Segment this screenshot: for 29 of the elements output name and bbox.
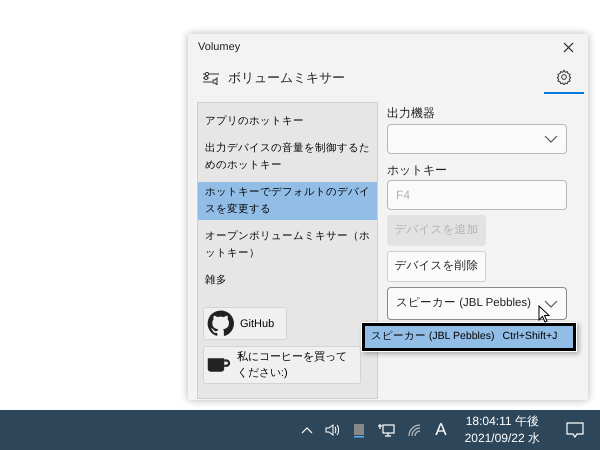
close-icon[interactable] — [563, 42, 574, 52]
speaker-icon[interactable] — [325, 423, 342, 437]
settings-icon — [556, 69, 572, 85]
chevron-down-icon — [544, 300, 558, 308]
chevron-up-icon[interactable] — [301, 426, 314, 434]
remove-device-button[interactable]: デバイスを削除 — [387, 251, 486, 282]
header-title: ボリュームミキサー — [228, 69, 345, 88]
dropdown-option[interactable]: スピーカー (JBL Pebbles) Ctrl+Shift+J — [362, 323, 576, 351]
field-label: ホットキー — [387, 162, 448, 178]
chevron-down-icon — [544, 135, 558, 143]
network-icon[interactable] — [377, 422, 396, 438]
hotkey-field[interactable]: F4 — [387, 180, 567, 210]
notification-icon[interactable] — [566, 422, 584, 438]
sliders-icon — [202, 71, 220, 85]
field-label: 出力機器 — [387, 105, 436, 121]
sidebar-item[interactable]: アプリのホットキー — [198, 111, 377, 132]
ime-indicator[interactable]: A — [435, 417, 447, 443]
github-button[interactable]: GitHub — [203, 307, 287, 340]
coffee-button[interactable]: 私にコーヒーを買ってください:) — [203, 346, 361, 384]
sidebar-item[interactable]: 出力デバイスの音量を制御するためのホットキー — [198, 138, 377, 176]
sidebar-item[interactable]: オープンボリュームミキサー（ホットキー） — [198, 226, 377, 264]
option-hotkey: Ctrl+Shift+J — [502, 329, 558, 344]
window-title: Volumey — [198, 40, 240, 55]
app-tray-icon[interactable] — [353, 422, 366, 438]
cat-logo-icon — [207, 310, 234, 337]
clock[interactable]: 18:04:11 午後 2021/09/22 水 — [464, 413, 540, 447]
sidebar-item[interactable]: ホットキーでデフォルトのデバイスを変更する — [198, 182, 377, 220]
sidebar-item[interactable]: 雑多 — [198, 270, 377, 291]
option-device: スピーカー (JBL Pebbles) — [371, 329, 494, 344]
